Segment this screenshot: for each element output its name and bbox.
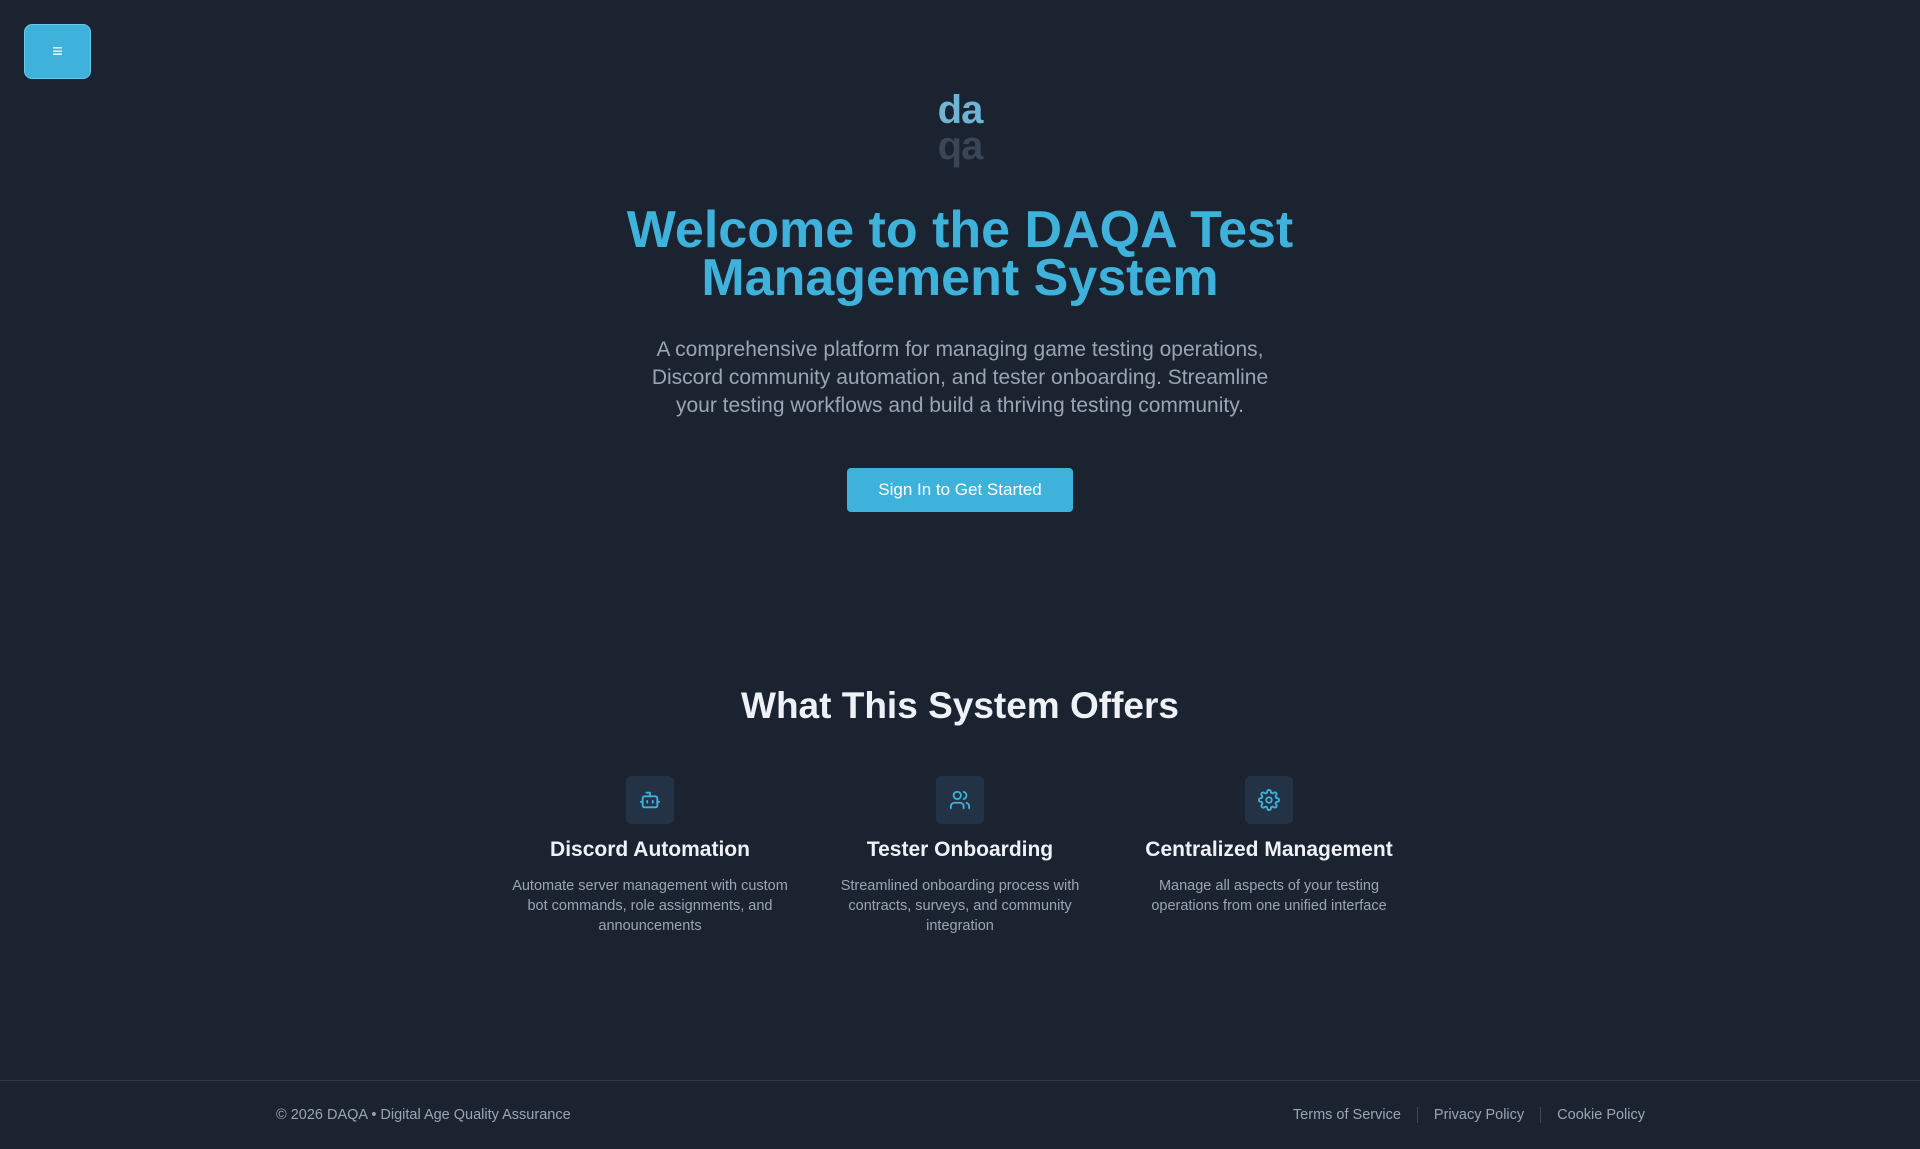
users-icon — [949, 790, 971, 810]
landing-page: ≡ da qa Welcome to the DAQA Test Managem… — [0, 0, 1920, 1149]
feature-icon-box — [626, 776, 674, 824]
hamburger-icon: ≡ — [52, 41, 63, 61]
logo-top-text: da — [937, 88, 984, 132]
daqa-logo: da qa — [935, 88, 985, 168]
feature-discord-automation: Discord Automation Automate server manag… — [505, 776, 795, 936]
footer-copyright: © 2026 DAQA • Digital Age Quality Assura… — [276, 1107, 571, 1123]
feature-icon-box — [1245, 776, 1293, 824]
feature-centralized-management: Centralized Management Manage all aspect… — [1124, 776, 1414, 916]
feature-tester-onboarding: Tester Onboarding Streamlined onboarding… — [815, 776, 1105, 936]
footer-links: Terms of Service Privacy Policy Cookie P… — [1277, 1107, 1645, 1123]
feature-title: Discord Automation — [550, 838, 750, 861]
cookie-policy-link[interactable]: Cookie Policy — [1540, 1107, 1645, 1123]
terms-of-service-link[interactable]: Terms of Service — [1277, 1107, 1417, 1123]
logo-bottom-text: qa — [937, 124, 984, 168]
feature-title: Centralized Management — [1145, 838, 1393, 861]
feature-description: Manage all aspects of your testing opera… — [1151, 878, 1387, 914]
bot-icon — [639, 791, 661, 809]
privacy-policy-link[interactable]: Privacy Policy — [1416, 1107, 1540, 1123]
footer: © 2026 DAQA • Digital Age Quality Assura… — [0, 1080, 1920, 1149]
hero-title: Welcome to the DAQA Test Management Syst… — [626, 201, 1294, 307]
feature-description: Automate server management with custom b… — [512, 878, 788, 934]
menu-button[interactable]: ≡ — [24, 24, 91, 79]
feature-icon-box — [936, 776, 984, 824]
feature-description: Streamlined onboarding process with cont… — [840, 878, 1080, 934]
feature-title: Tester Onboarding — [866, 838, 1054, 861]
hero-subtitle: A comprehensive platform for managing ga… — [651, 338, 1269, 417]
sign-in-button[interactable]: Sign In to Get Started — [847, 468, 1073, 512]
offers-title: What This System Offers — [741, 685, 1179, 726]
gear-icon — [1258, 789, 1280, 811]
